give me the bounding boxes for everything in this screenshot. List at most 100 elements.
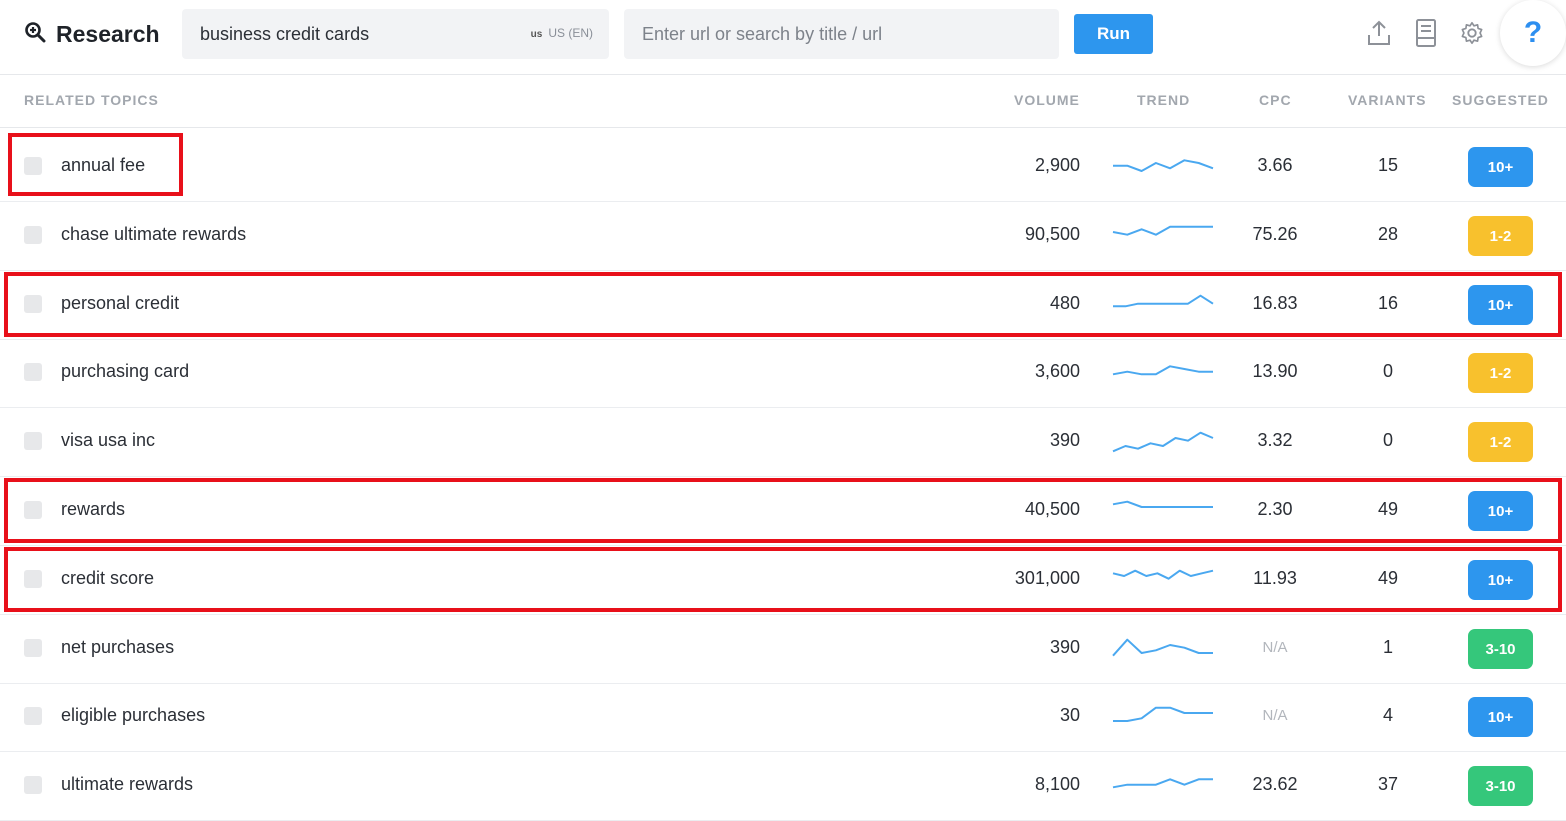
topic-volume: 2,900 [1034, 155, 1080, 175]
keyword-search-input[interactable] [182, 9, 530, 59]
table-row[interactable]: personal credit 480 16.83 16 10+ [0, 271, 1566, 340]
topic-cpc: 16.83 [1252, 293, 1298, 313]
row-checkbox[interactable] [24, 432, 42, 450]
topic-volume: 301,000 [1014, 568, 1080, 588]
top-bar: Research us US (EN) Run ? [0, 0, 1566, 75]
row-checkbox[interactable] [24, 570, 42, 588]
column-trend[interactable]: TREND [1137, 92, 1190, 108]
topic-keyword[interactable]: rewards [61, 499, 125, 520]
row-checkbox[interactable] [24, 639, 42, 657]
topic-cpc: 13.90 [1252, 361, 1298, 381]
trend-line [1112, 569, 1214, 580]
topic-keyword[interactable]: eligible purchases [61, 705, 205, 726]
trend-sparkline [1112, 569, 1214, 580]
topic-cpc: 3.32 [1257, 430, 1293, 450]
table-row[interactable]: rewards 40,500 2.30 49 10+ [0, 477, 1566, 546]
suggested-badge[interactable]: 10+ [1468, 147, 1533, 187]
trend-line [1112, 638, 1213, 657]
help-icon: ? [1523, 16, 1543, 49]
trend-sparkline [1113, 706, 1213, 722]
topic-variants: 49 [1377, 568, 1399, 588]
suggested-badge[interactable]: 3-10 [1468, 629, 1533, 669]
topic-variants: 4 [1382, 705, 1393, 725]
row-checkbox[interactable] [24, 707, 42, 725]
row-checkbox[interactable] [24, 157, 42, 175]
topic-variants: 49 [1377, 499, 1399, 519]
suggested-badge[interactable]: 10+ [1468, 697, 1533, 737]
trend-sparkline [1112, 778, 1213, 789]
table-row[interactable]: ultimate rewards 8,100 23.62 37 3-10 [0, 752, 1566, 821]
topic-cpc: 3.66 [1257, 155, 1293, 175]
locale-selector[interactable]: us US (EN) [531, 26, 593, 40]
table-row[interactable]: purchasing card 3,600 13.90 0 1-2 [0, 339, 1566, 408]
upload-icon[interactable] [1366, 18, 1392, 48]
page-title: Research [56, 20, 160, 47]
topic-keyword[interactable]: personal credit [61, 293, 179, 314]
topic-variants: 15 [1377, 155, 1399, 175]
trend-line [1112, 225, 1213, 236]
trend-line [1113, 294, 1214, 308]
suggested-badge[interactable]: 10+ [1468, 560, 1533, 600]
trend-sparkline [1112, 225, 1213, 236]
run-button[interactable]: Run [1074, 14, 1153, 54]
suggested-badge[interactable]: 10+ [1468, 491, 1533, 531]
table-row[interactable]: visa usa inc 390 3.32 0 1-2 [0, 408, 1566, 477]
topic-cpc: 75.26 [1252, 224, 1298, 244]
suggested-badge[interactable]: 10+ [1468, 285, 1533, 325]
gear-icon[interactable] [1459, 18, 1485, 48]
topic-keyword[interactable]: purchasing card [61, 361, 189, 382]
trend-line [1113, 706, 1213, 722]
topic-cpc: N/A [1262, 707, 1288, 724]
topic-variants: 37 [1377, 774, 1399, 794]
topic-keyword[interactable]: net purchases [61, 637, 174, 658]
topic-volume: 40,500 [1024, 499, 1080, 519]
suggested-badge[interactable]: 1-2 [1468, 216, 1533, 256]
row-checkbox[interactable] [24, 226, 42, 244]
topic-volume: 390 [1049, 430, 1080, 450]
topic-cpc: 11.93 [1253, 568, 1297, 588]
row-checkbox[interactable] [24, 501, 42, 519]
column-suggested[interactable]: SUGGESTED [1452, 92, 1549, 108]
column-cpc[interactable]: CPC [1259, 92, 1292, 108]
locale-code: us [530, 29, 543, 40]
topic-volume: 8,100 [1034, 774, 1080, 794]
trend-line [1112, 500, 1213, 508]
suggested-badge[interactable]: 1-2 [1468, 422, 1533, 462]
topic-variants: 0 [1382, 430, 1393, 450]
brand: Research [24, 20, 160, 48]
topic-keyword[interactable]: annual fee [61, 155, 145, 176]
column-variants[interactable]: VARIANTS [1348, 92, 1427, 108]
row-checkbox[interactable] [24, 295, 42, 313]
table-row[interactable]: credit score 301,000 11.93 49 10+ [0, 546, 1566, 615]
suggested-badge[interactable]: 1-2 [1468, 353, 1533, 393]
topic-cpc: 2.30 [1257, 499, 1293, 519]
topic-keyword[interactable]: credit score [61, 568, 154, 589]
help-button[interactable]: ? [1500, 0, 1566, 66]
locale-label: US (EN) [548, 26, 593, 40]
row-checkbox[interactable] [24, 776, 42, 794]
table-row[interactable]: eligible purchases 30 N/A 4 10+ [0, 683, 1566, 752]
trend-sparkline [1113, 159, 1214, 172]
suggested-badge[interactable]: 3-10 [1468, 766, 1533, 806]
keyword-search-box: us US (EN) [182, 9, 609, 59]
search-icon [24, 21, 46, 48]
url-search-input[interactable] [624, 9, 1059, 59]
topic-keyword[interactable]: visa usa inc [61, 430, 155, 451]
topic-volume: 3,600 [1034, 361, 1080, 381]
trend-sparkline [1112, 500, 1213, 508]
table-header: RELATED TOPICS VOLUME TREND CPC VARIANTS… [0, 74, 1566, 128]
topic-keyword[interactable]: chase ultimate rewards [61, 224, 246, 245]
table-row[interactable]: net purchases 390 N/A 1 3-10 [0, 615, 1566, 684]
trend-sparkline [1112, 431, 1214, 453]
trend-sparkline [1112, 638, 1213, 657]
column-related-topics[interactable]: RELATED TOPICS [24, 92, 159, 108]
column-volume[interactable]: VOLUME [1014, 92, 1080, 108]
topic-keyword[interactable]: ultimate rewards [61, 774, 193, 795]
table-row[interactable]: chase ultimate rewards 90,500 75.26 28 1-2 [0, 202, 1566, 271]
document-icon[interactable] [1413, 18, 1439, 48]
trend-line [1112, 778, 1213, 789]
topic-cpc: 23.62 [1252, 774, 1298, 794]
table-row[interactable]: annual fee 2,900 3.66 15 10+ [0, 133, 1566, 202]
row-checkbox[interactable] [24, 363, 42, 381]
topic-cpc: N/A [1262, 639, 1288, 656]
